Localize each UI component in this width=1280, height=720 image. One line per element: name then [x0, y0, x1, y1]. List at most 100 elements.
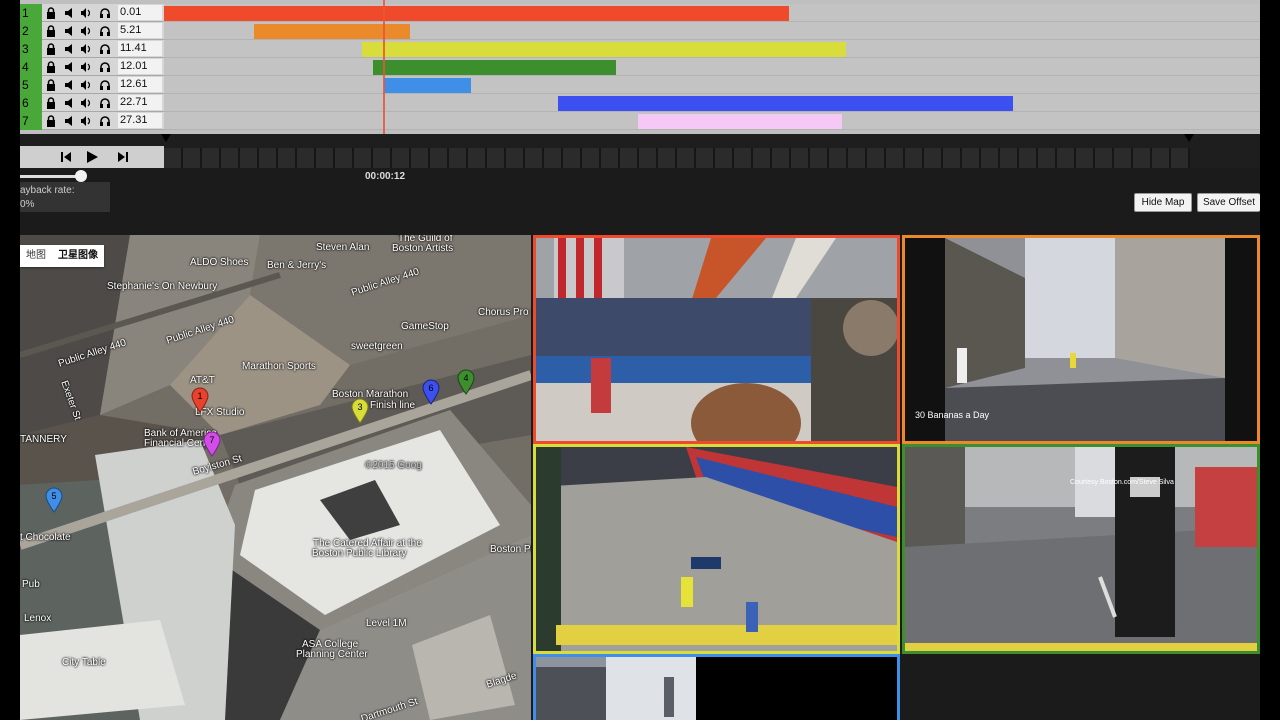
- video-4-frame: Courtesy Boston.com/Steve Silva: [905, 447, 1257, 651]
- playback-rate-slider-thumb[interactable]: [75, 170, 87, 182]
- start-marker[interactable]: [161, 134, 171, 142]
- map-pin-3[interactable]: 3: [351, 398, 369, 424]
- track-clip[interactable]: [638, 114, 842, 129]
- track-lane[interactable]: [164, 58, 1260, 76]
- track-offset-field[interactable]: 22.71: [118, 95, 162, 110]
- map-pin-4-label: 4: [463, 373, 468, 383]
- skip-forward-icon[interactable]: [115, 149, 131, 165]
- video-1[interactable]: [533, 235, 900, 444]
- track-row: 2 5.21: [20, 22, 1260, 40]
- track-offset-field[interactable]: 11.41: [118, 41, 162, 56]
- playback-rate-slider[interactable]: [20, 175, 82, 178]
- hide-map-button[interactable]: Hide Map: [1134, 193, 1192, 212]
- video-4-credit: Courtesy Boston.com/Steve Silva: [1070, 479, 1174, 486]
- track-clip[interactable]: [558, 96, 1013, 111]
- map-label-att: AT&T: [190, 375, 215, 386]
- track-lane[interactable]: [164, 40, 1260, 58]
- transport-controls: [20, 146, 164, 168]
- headphones-icon[interactable]: [99, 43, 111, 55]
- track-offset-field[interactable]: 0.01: [118, 5, 162, 20]
- map-type-map-button[interactable]: 地图: [20, 245, 52, 267]
- lock-icon[interactable]: [45, 61, 57, 73]
- skip-back-icon[interactable]: [58, 149, 74, 165]
- video-5[interactable]: [533, 654, 900, 720]
- map-pin-7-label: 7: [209, 435, 214, 445]
- track-number: 5: [20, 76, 42, 94]
- speaker-mute-icon[interactable]: [63, 115, 75, 127]
- lock-icon[interactable]: [45, 43, 57, 55]
- lock-icon[interactable]: [45, 7, 57, 19]
- speaker-mute-icon[interactable]: [63, 25, 75, 37]
- play-icon[interactable]: [84, 149, 100, 165]
- track-lane[interactable]: [164, 112, 1260, 130]
- timeline-ruler[interactable]: [164, 148, 1190, 168]
- track-offset-field[interactable]: 27.31: [118, 113, 162, 128]
- track-clip[interactable]: [373, 60, 616, 75]
- map-label-boston-marathon: Boston Marathon: [332, 389, 409, 400]
- lock-icon[interactable]: [45, 79, 57, 91]
- speaker-volume-icon[interactable]: [80, 79, 92, 91]
- headphones-icon[interactable]: [99, 61, 111, 73]
- track-offset-field[interactable]: 5.21: [118, 23, 162, 38]
- speaker-mute-icon[interactable]: [63, 97, 75, 109]
- track-controls: 2 5.21: [20, 22, 164, 40]
- map-pin-4[interactable]: 4: [457, 369, 475, 395]
- playback-rate-value: 0%: [20, 199, 35, 210]
- save-offsets-button[interactable]: Save Offset: [1197, 193, 1260, 212]
- map-label-tannery: TANNERY: [20, 434, 67, 445]
- track-clip[interactable]: [362, 42, 846, 57]
- map-pin-3-label: 3: [357, 402, 362, 412]
- map-pin-7[interactable]: 7: [203, 431, 221, 457]
- headphones-icon[interactable]: [99, 79, 111, 91]
- map-view[interactable]: 地图 卫星图像 ALDO Shoes Steven Alan The Guild…: [20, 235, 531, 720]
- video-3[interactable]: [533, 444, 900, 654]
- map-label-level: Level 1M: [366, 618, 407, 629]
- end-marker[interactable]: [1184, 134, 1194, 142]
- track-lane[interactable]: [164, 4, 1260, 22]
- map-type-toggle: 地图 卫星图像: [20, 245, 104, 267]
- map-copyright: ©2015 Goog: [365, 460, 422, 471]
- lock-icon[interactable]: [45, 97, 57, 109]
- speaker-mute-icon[interactable]: [63, 79, 75, 91]
- speaker-volume-icon[interactable]: [80, 115, 92, 127]
- track-controls: 6 22.71: [20, 94, 164, 112]
- map-pin-6[interactable]: 6: [422, 379, 440, 405]
- track-controls: 7 27.31: [20, 112, 164, 130]
- map-type-satellite-button[interactable]: 卫星图像: [52, 245, 104, 267]
- track-clip[interactable]: [384, 78, 471, 93]
- track-controls: 5 12.61: [20, 76, 164, 94]
- satellite-imagery: [20, 235, 531, 720]
- headphones-icon[interactable]: [99, 7, 111, 19]
- video-2-frame: 30 Bananas a Day: [905, 238, 1257, 441]
- track-clip[interactable]: [164, 6, 789, 21]
- video-2[interactable]: 30 Bananas a Day: [902, 235, 1260, 444]
- track-lane[interactable]: [164, 76, 1260, 94]
- track-offset-field[interactable]: 12.61: [118, 77, 162, 92]
- speaker-volume-icon[interactable]: [80, 7, 92, 19]
- track-clip[interactable]: [254, 24, 410, 39]
- speaker-mute-icon[interactable]: [63, 61, 75, 73]
- speaker-volume-icon[interactable]: [80, 25, 92, 37]
- map-pin-1[interactable]: 1: [191, 387, 209, 413]
- headphones-icon[interactable]: [99, 25, 111, 37]
- transport-bar: [20, 134, 1260, 168]
- speaker-volume-icon[interactable]: [80, 43, 92, 55]
- lock-icon[interactable]: [45, 115, 57, 127]
- map-pin-5[interactable]: 5: [45, 487, 63, 513]
- speaker-volume-icon[interactable]: [80, 97, 92, 109]
- map-label-pub: Pub: [22, 579, 40, 590]
- lock-icon[interactable]: [45, 25, 57, 37]
- map-label-asa-college-2: Planning Center: [296, 649, 368, 660]
- track-offset-field[interactable]: 12.01: [118, 59, 162, 74]
- track-lane[interactable]: [164, 22, 1260, 40]
- headphones-icon[interactable]: [99, 97, 111, 109]
- track-lane[interactable]: [164, 94, 1260, 112]
- headphones-icon[interactable]: [99, 115, 111, 127]
- video-4[interactable]: Courtesy Boston.com/Steve Silva: [902, 444, 1260, 654]
- speaker-mute-icon[interactable]: [63, 43, 75, 55]
- speaker-volume-icon[interactable]: [80, 61, 92, 73]
- map-label-gamestop: GameStop: [401, 321, 449, 332]
- speaker-mute-icon[interactable]: [63, 7, 75, 19]
- map-label-chorus: Chorus Pro M: [478, 307, 531, 318]
- track-number: 6: [20, 94, 42, 112]
